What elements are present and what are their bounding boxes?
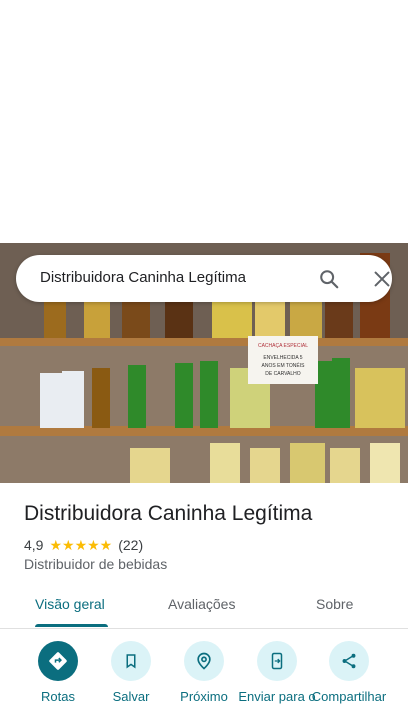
save-button[interactable]: Salvar xyxy=(91,640,171,704)
place-title: Distribuidora Caninha Legítima xyxy=(24,502,313,525)
place-category: Distribuidor de bebidas xyxy=(24,556,168,572)
rating-row[interactable]: 4,9 ★★★★★ (22) xyxy=(24,536,143,554)
save-label: Salvar xyxy=(112,689,150,704)
tab-overview[interactable]: Visão geral xyxy=(35,596,105,612)
nearby-icon xyxy=(184,641,224,681)
sign-line-2: ENVELHECIDA 5 xyxy=(263,355,302,361)
tab-bar: Visão geral Avaliações Sobre xyxy=(0,586,408,629)
review-count: (22) xyxy=(118,537,144,553)
directions-icon xyxy=(38,641,78,681)
share-icon xyxy=(329,641,369,681)
sign-line-3: ANOS EM TONÉIS xyxy=(262,362,306,369)
search-bar[interactable]: Distribuidora Caninha Legítima xyxy=(16,255,392,302)
tab-about[interactable]: Sobre xyxy=(316,596,353,612)
directions-button[interactable]: Rotas xyxy=(18,640,98,704)
send-to-phone-icon xyxy=(257,641,297,681)
send-to-phone-button[interactable]: Enviar para o xyxy=(237,640,317,704)
directions-label: Rotas xyxy=(41,689,75,704)
send-to-phone-label: Enviar para o xyxy=(238,689,316,704)
close-icon[interactable] xyxy=(371,268,393,290)
stars-icon: ★★★★★ xyxy=(49,537,113,553)
active-tab-indicator xyxy=(35,624,108,627)
action-bar: Rotas Salvar Próximo Enviar para o Compa… xyxy=(0,640,408,726)
rating-value: 4,9 xyxy=(24,537,44,553)
share-label: Compartilhar xyxy=(311,689,387,704)
share-button[interactable]: Compartilhar xyxy=(309,640,389,704)
star-rating: ★★★★★ xyxy=(49,538,112,552)
nearby-button[interactable]: Próximo xyxy=(164,640,244,704)
bookmark-icon xyxy=(111,641,151,681)
search-icon[interactable] xyxy=(318,268,340,290)
nearby-label: Próximo xyxy=(180,689,228,704)
tab-reviews[interactable]: Avaliações xyxy=(168,596,235,612)
sign-line-1: CACHAÇA ESPECIAL xyxy=(258,343,308,349)
search-input[interactable]: Distribuidora Caninha Legítima xyxy=(40,269,246,286)
sign-line-4: DE CARVALHO xyxy=(265,371,300,377)
